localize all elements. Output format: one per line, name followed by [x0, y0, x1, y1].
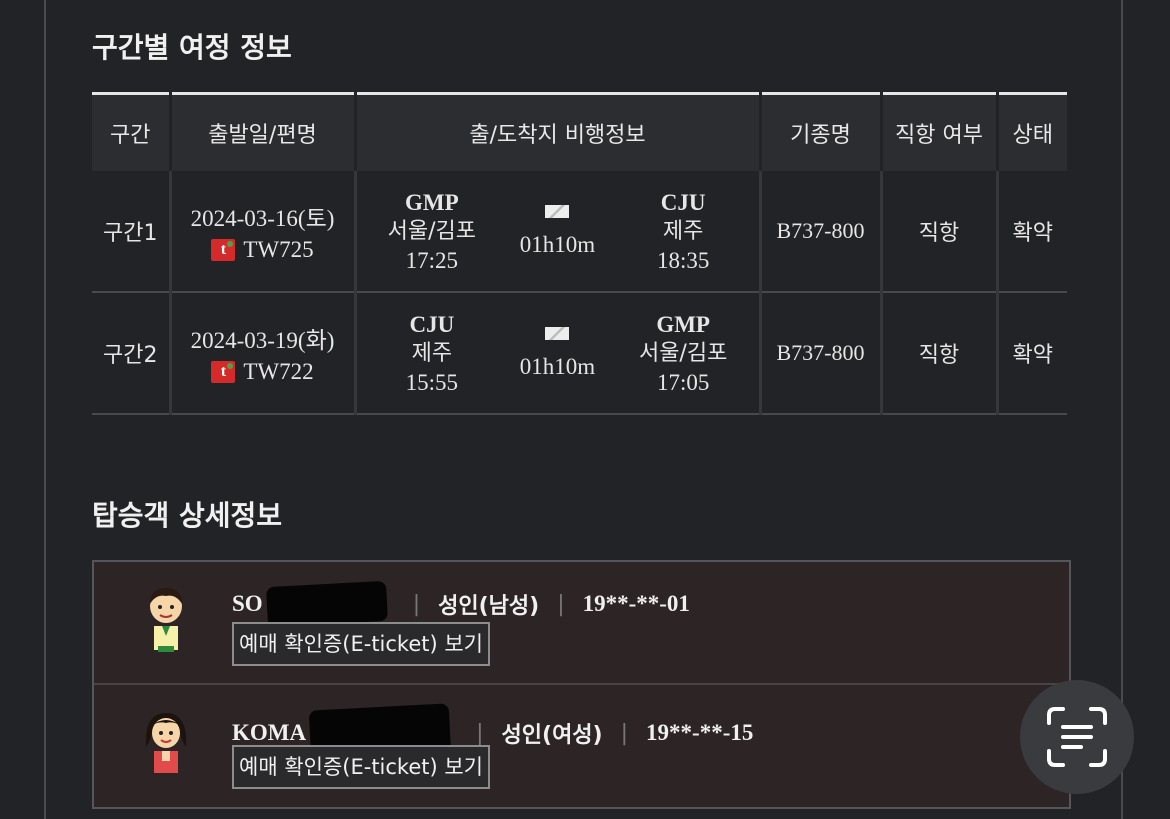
departure-city: 서울/김포 [387, 218, 477, 244]
passenger-title: 탑승객 상세정보 [92, 499, 283, 532]
passenger-row: SO | 성인(남성) | 19**-**-01 예매 확인증(E-ticket… [94, 562, 1069, 685]
table-row: 구간1 2024-03-16(토) t TW725 GMP 서울/김포 17:2… [92, 171, 1067, 293]
text-scan-icon [1047, 707, 1107, 767]
table-row: 구간2 2024-03-19(화) t TW722 CJU 제주 15:55 0… [92, 292, 1067, 415]
status-cell: 확약 [995, 292, 1067, 415]
arrival-time: 18:35 [656, 247, 710, 273]
separator: | [557, 591, 565, 617]
col-header-date-flight: 출발일/편명 [168, 93, 357, 171]
airline-logo-icon: t [211, 239, 236, 261]
flight-duration: 01h10m [519, 353, 596, 379]
departure-airport: CJU 제주 15:55 [372, 310, 492, 397]
separator: | [412, 591, 421, 617]
separator: | [476, 720, 484, 746]
flight-duration: 01h10m [519, 231, 596, 257]
airplane-icon [545, 204, 570, 218]
passenger-name: KOMA [232, 720, 307, 745]
separator: | [620, 720, 629, 746]
col-header-status: 상태 [995, 93, 1067, 171]
text-scan-button[interactable] [1020, 680, 1134, 794]
passenger-dob: 19**-**-01 [582, 591, 690, 616]
date-flight-cell: 2024-03-16(토) t TW725 [168, 171, 357, 293]
female-avatar-icon [145, 713, 187, 773]
aircraft-cell: B737-800 [758, 171, 883, 293]
arrival-time: 17:05 [656, 369, 710, 395]
aircraft-cell: B737-800 [758, 292, 883, 415]
col-header-segment: 구간 [92, 93, 172, 171]
departure-airport: GMP 서울/김포 17:25 [372, 188, 492, 275]
route-cell: GMP 서울/김포 17:25 01h10m CJU 제주 18:35 [353, 171, 762, 293]
passenger-name: SO [232, 591, 263, 616]
departure-time: 17:25 [405, 247, 459, 273]
right-frame-border [1121, 0, 1123, 819]
eticket-button[interactable]: 예매 확인증(E-ticket) 보기 [232, 745, 491, 789]
eticket-button[interactable]: 예매 확인증(E-ticket) 보기 [232, 622, 491, 666]
arrival-airport: CJU 제주 18:35 [623, 188, 743, 275]
airplane-icon [545, 326, 570, 340]
route-cell: CJU 제주 15:55 01h10m GMP 서울/김포 17:05 [353, 292, 762, 415]
itinerary-table: 구간 출발일/편명 출/도착지 비행정보 기종명 직항 여부 상태 구간1 20… [92, 92, 1067, 415]
col-header-direct: 직항 여부 [879, 93, 999, 171]
status-cell: 확약 [995, 171, 1067, 293]
male-avatar-icon [150, 588, 182, 652]
direct-cell: 직항 [879, 171, 999, 293]
airline-logo-icon: t [211, 361, 236, 383]
flight-number: TW722 [243, 359, 314, 384]
departure-code: GMP [405, 189, 459, 215]
passenger-dob: 19**-**-15 [646, 720, 754, 745]
arrival-airport: GMP 서울/김포 17:05 [623, 310, 743, 397]
itinerary-title: 구간별 여정 정보 [92, 31, 292, 64]
departure-time: 15:55 [405, 369, 459, 395]
redacted-name-mark [265, 580, 388, 628]
segment-cell: 구간2 [92, 292, 172, 415]
passenger-info: SO | 성인(남성) | 19**-**-01 [232, 580, 690, 628]
itinerary-header-row: 구간 출발일/편명 출/도착지 비행정보 기종명 직항 여부 상태 [92, 93, 1067, 171]
arrival-code: GMP [656, 311, 710, 337]
direct-cell: 직항 [879, 292, 999, 415]
left-frame-border [44, 0, 46, 819]
departure-date: 2024-03-19(화) [190, 328, 335, 353]
date-flight-cell: 2024-03-19(화) t TW722 [168, 292, 357, 415]
departure-date: 2024-03-16(토) [190, 206, 335, 231]
col-header-route: 출/도착지 비행정보 [353, 93, 762, 171]
passenger-type: 성인(남성) [438, 594, 540, 619]
segment-cell: 구간1 [92, 171, 172, 293]
departure-city: 제주 [411, 340, 453, 366]
col-header-aircraft: 기종명 [758, 93, 883, 171]
passenger-type: 성인(여성) [501, 723, 603, 748]
passenger-row: KOMA | 성인(여성) | 19**-**-15 예매 확인증(E-tick… [94, 685, 1069, 806]
arrival-city: 서울/김포 [638, 340, 728, 366]
flight-number: TW725 [243, 237, 314, 262]
departure-code: CJU [409, 311, 455, 337]
passenger-list: SO | 성인(남성) | 19**-**-01 예매 확인증(E-ticket… [92, 560, 1071, 809]
arrival-city: 제주 [662, 218, 704, 244]
arrival-code: CJU [660, 189, 706, 215]
